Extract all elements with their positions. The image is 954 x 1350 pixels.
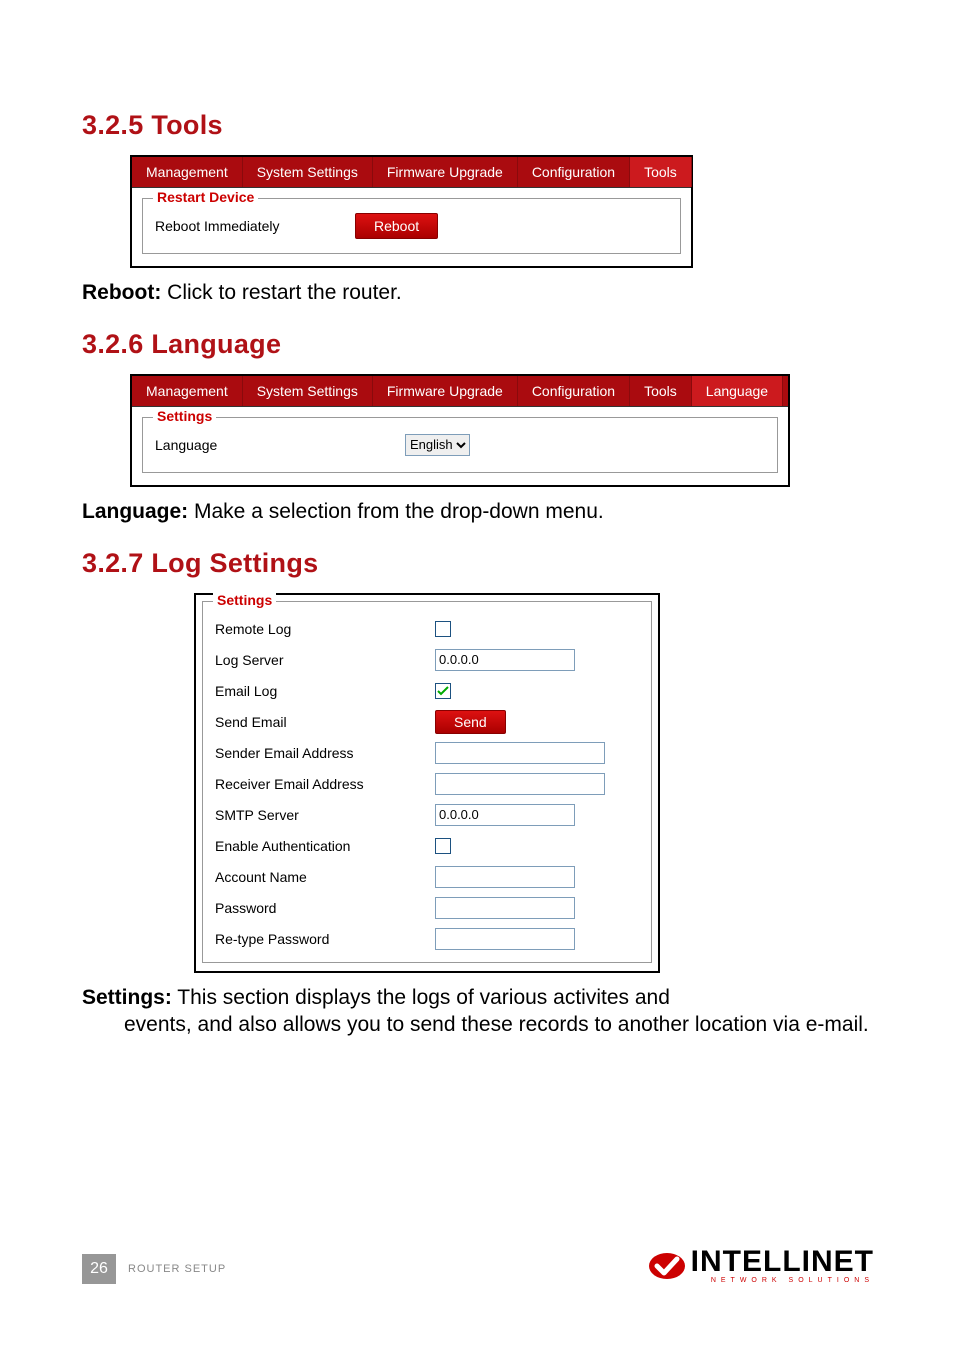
fieldset-language-settings: Settings Language English — [142, 417, 778, 473]
language-description: Language: Make a selection from the drop… — [82, 499, 874, 526]
fieldset-restart-device: Restart Device Reboot Immediately Reboot — [142, 198, 681, 254]
send-button[interactable]: Send — [435, 710, 506, 734]
label-remote-log: Remote Log — [215, 621, 435, 637]
checkmark-icon — [647, 1251, 687, 1281]
tab-management[interactable]: Management — [132, 376, 243, 406]
label-send-email: Send Email — [215, 714, 435, 730]
input-log-server[interactable] — [435, 649, 575, 671]
checkbox-remote-log[interactable] — [435, 621, 451, 637]
tab-tools[interactable]: Tools — [630, 157, 692, 187]
tab-firmware-upgrade[interactable]: Firmware Upgrade — [373, 157, 518, 187]
input-smtp-server[interactable] — [435, 804, 575, 826]
fieldset-log-settings: Settings Remote Log Log Server Email Log… — [202, 601, 652, 963]
tabstrip-language: Management System Settings Firmware Upgr… — [132, 376, 788, 407]
tab-language[interactable]: Language — [692, 376, 783, 406]
heading-tools: 3.2.5 Tools — [82, 110, 874, 141]
input-password[interactable] — [435, 897, 575, 919]
label-receiver-email: Receiver Email Address — [215, 776, 435, 792]
tabstrip-tools: Management System Settings Firmware Upgr… — [132, 157, 691, 188]
label-sender-email: Sender Email Address — [215, 745, 435, 761]
footer-section-label: ROUTER SETUP — [128, 1263, 226, 1275]
brand-logo: INTELLINET NETWORK SOLUTIONS — [647, 1248, 874, 1284]
label-enable-auth: Enable Authentication — [215, 838, 435, 854]
tab-system-settings[interactable]: System Settings — [243, 376, 373, 406]
tab-configuration[interactable]: Configuration — [518, 157, 630, 187]
reboot-button[interactable]: Reboot — [355, 213, 438, 239]
label-password: Password — [215, 900, 435, 916]
tab-system-settings[interactable]: System Settings — [243, 157, 373, 187]
label-language: Language — [155, 437, 405, 453]
label-reboot-immediately: Reboot Immediately — [155, 218, 355, 234]
brand-tagline: NETWORK SOLUTIONS — [691, 1277, 874, 1284]
page-number-badge: 26 — [82, 1254, 116, 1284]
brand-name: INTELLINET — [691, 1248, 874, 1275]
legend-settings: Settings — [153, 408, 216, 424]
tab-management[interactable]: Management — [132, 157, 243, 187]
tools-panel: Management System Settings Firmware Upgr… — [130, 155, 693, 268]
language-panel: Management System Settings Firmware Upgr… — [130, 374, 790, 487]
input-receiver-email[interactable] — [435, 773, 605, 795]
input-retype-password[interactable] — [435, 928, 575, 950]
heading-log-settings: 3.2.7 Log Settings — [82, 548, 874, 579]
tab-tools[interactable]: Tools — [630, 376, 692, 406]
label-account-name: Account Name — [215, 869, 435, 885]
tab-configuration[interactable]: Configuration — [518, 376, 630, 406]
input-account-name[interactable] — [435, 866, 575, 888]
legend-log-settings: Settings — [213, 592, 276, 608]
label-log-server: Log Server — [215, 652, 435, 668]
language-select[interactable]: English — [405, 434, 470, 456]
log-settings-panel: Settings Remote Log Log Server Email Log… — [194, 593, 660, 973]
footer: 26 ROUTER SETUP INTELLINET NETWORK SOLUT… — [82, 1248, 874, 1284]
label-retype-password: Re-type Password — [215, 931, 435, 947]
input-sender-email[interactable] — [435, 742, 605, 764]
tab-firmware-upgrade[interactable]: Firmware Upgrade — [373, 376, 518, 406]
settings-description: Settings: This section displays the logs… — [82, 985, 874, 1039]
label-email-log: Email Log — [215, 683, 435, 699]
checkbox-email-log[interactable] — [435, 683, 451, 699]
legend-restart: Restart Device — [153, 189, 258, 205]
heading-language: 3.2.6 Language — [82, 329, 874, 360]
reboot-description: Reboot: Click to restart the router. — [82, 280, 874, 307]
checkbox-enable-auth[interactable] — [435, 838, 451, 854]
label-smtp-server: SMTP Server — [215, 807, 435, 823]
